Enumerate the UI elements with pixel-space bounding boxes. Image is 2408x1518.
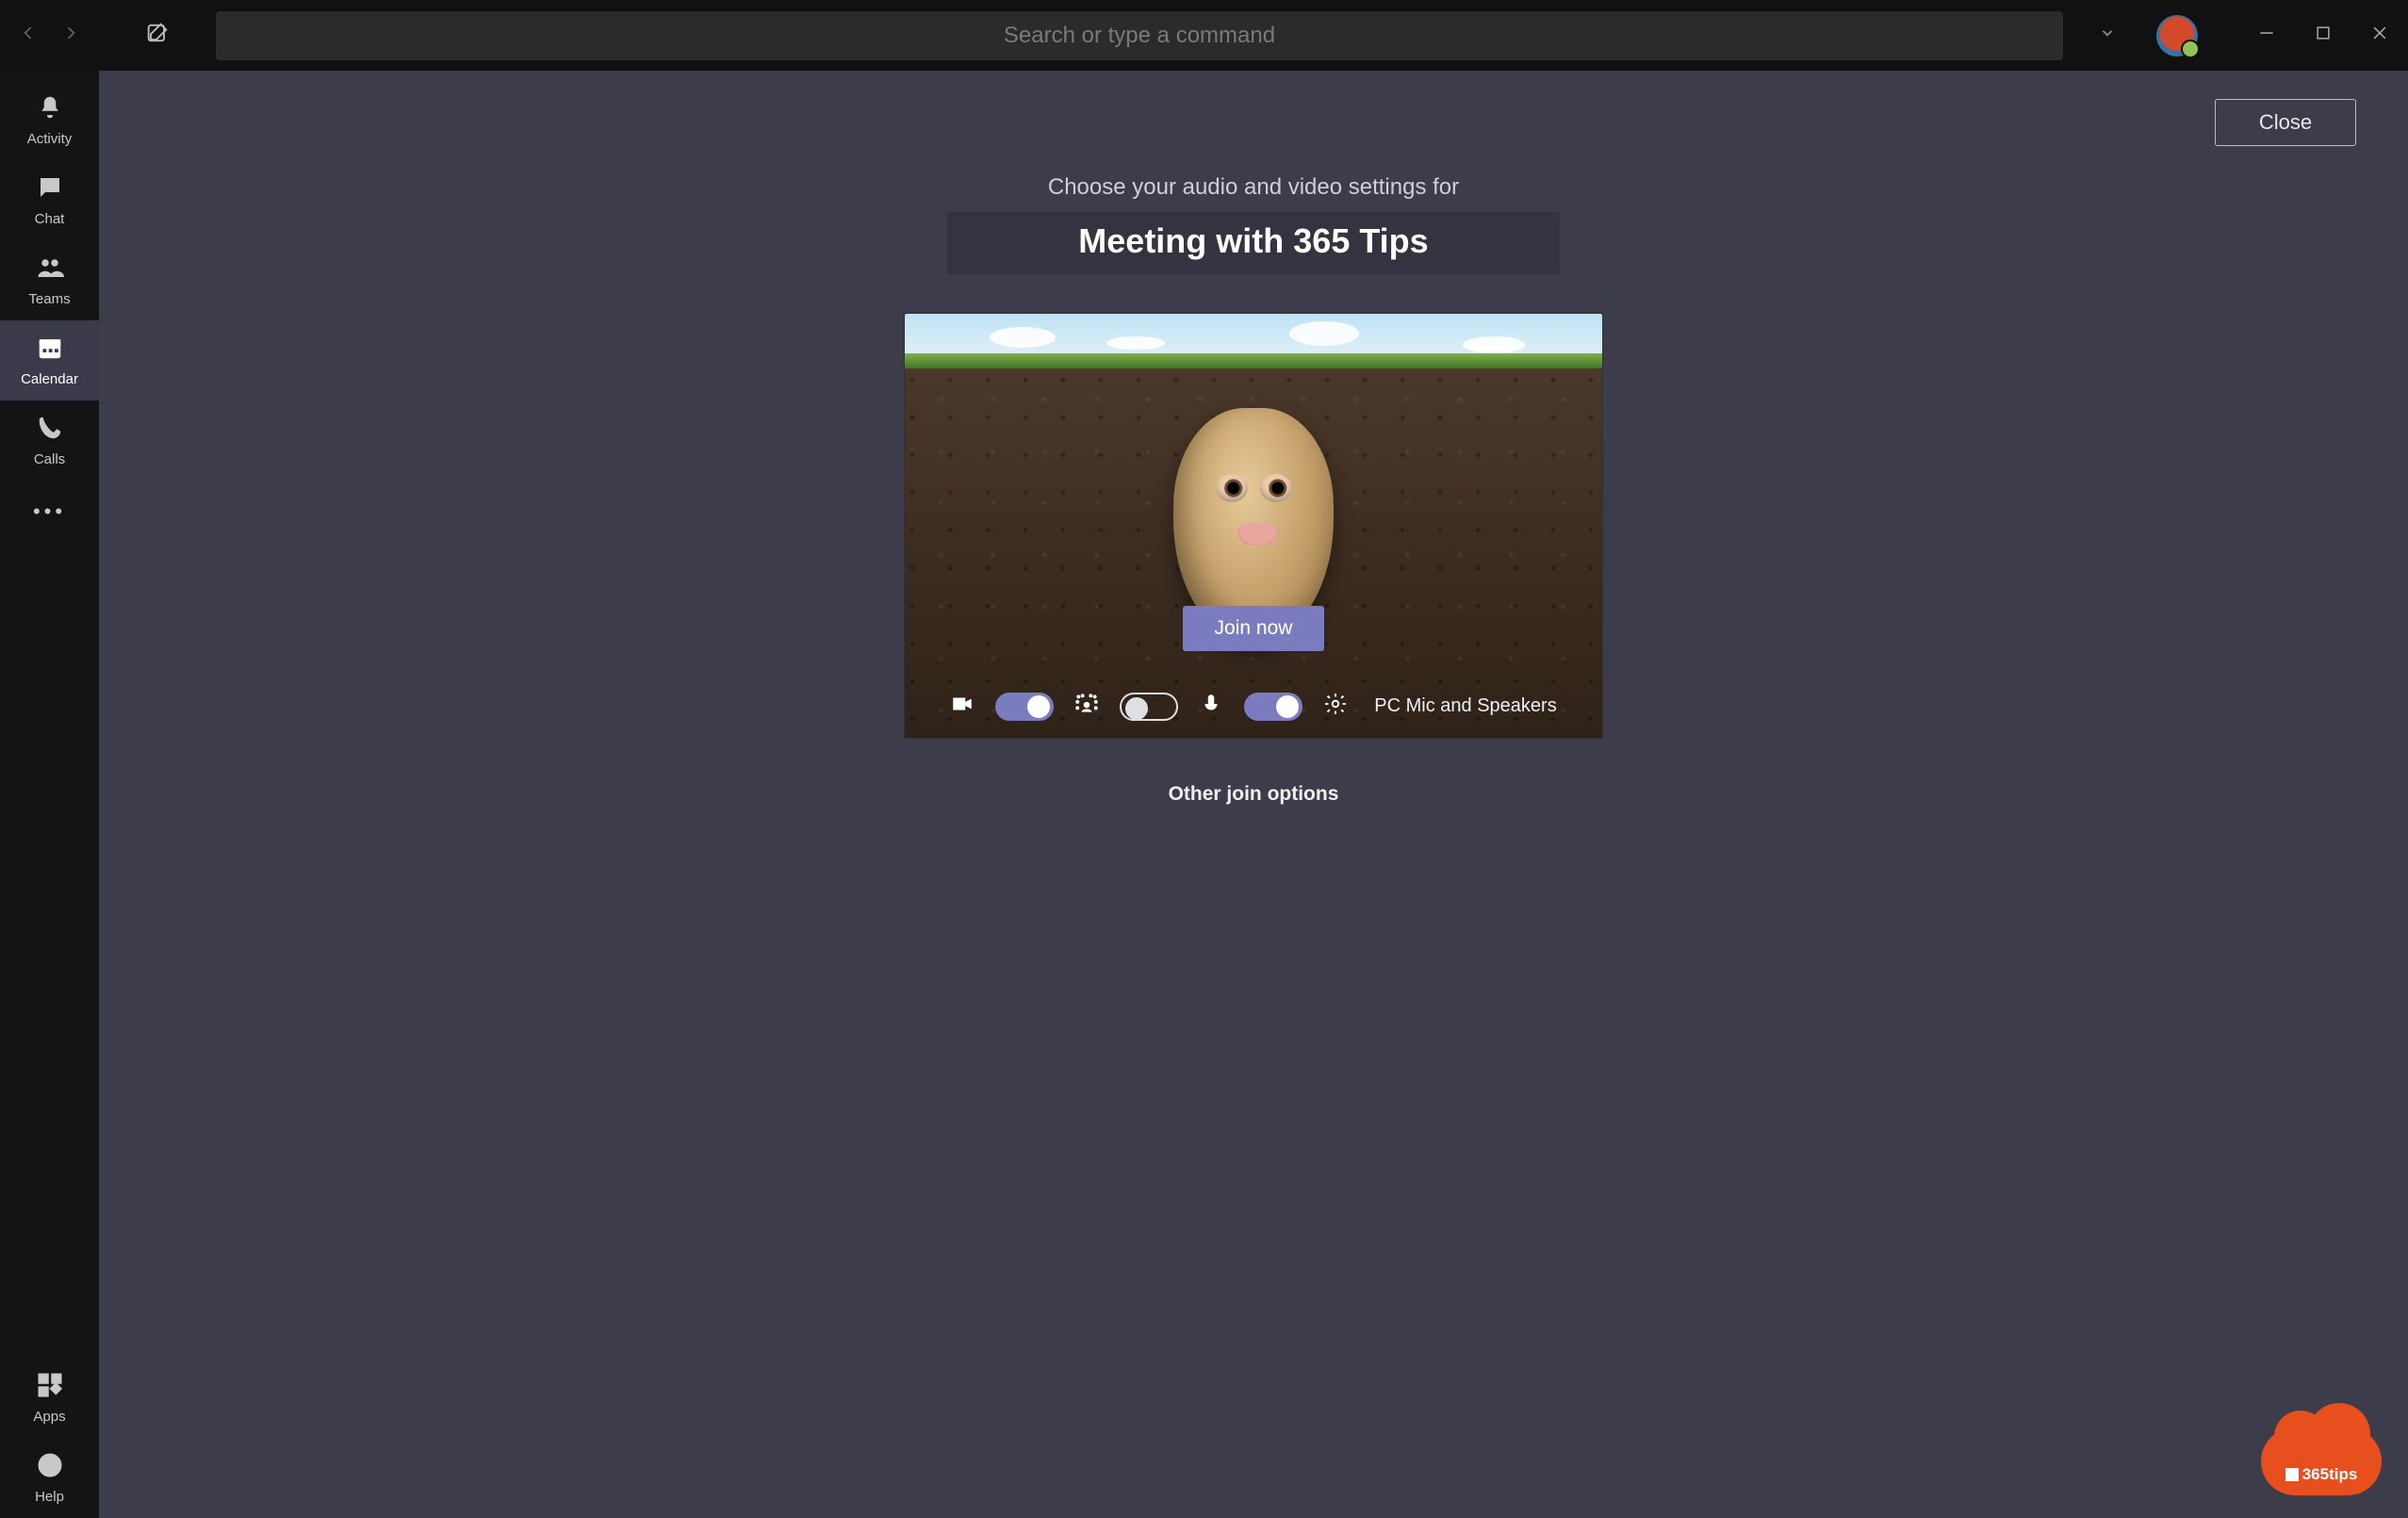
rail-label: Activity — [27, 131, 73, 147]
forward-button[interactable] — [61, 24, 80, 47]
watermark: 365tips — [2261, 1428, 2382, 1495]
rail-label: Help — [35, 1489, 64, 1505]
device-settings-button[interactable] — [1323, 692, 1348, 721]
profile-avatar[interactable] — [2156, 15, 2198, 57]
search-input[interactable]: Search or type a command — [216, 11, 2063, 60]
bell-icon — [36, 93, 64, 125]
rail-activity[interactable]: Activity — [0, 80, 99, 160]
rail-teams[interactable]: Teams — [0, 240, 99, 320]
prejoin-panel: Close Choose your audio and video settin… — [99, 71, 2408, 1518]
titlebar: Search or type a command — [0, 0, 2408, 71]
window-controls — [2257, 24, 2389, 47]
rail-apps[interactable]: Apps — [0, 1358, 99, 1438]
teams-icon — [36, 253, 64, 286]
maximize-button[interactable] — [2314, 24, 2333, 47]
calendar-icon — [36, 334, 64, 366]
watermark-text: 365tips — [2261, 1465, 2382, 1484]
apps-icon — [36, 1371, 64, 1403]
potato-eye-right — [1260, 474, 1292, 502]
rail-label: Chat — [35, 211, 65, 227]
phone-icon — [36, 414, 64, 446]
rail-label: Apps — [33, 1409, 65, 1425]
rail-label: Calendar — [21, 371, 78, 387]
rail-label: Calls — [34, 451, 65, 467]
other-join-options: Other join options — [1169, 783, 1339, 806]
background-blur-icon — [1074, 692, 1099, 721]
cloud-icon — [2261, 1428, 2382, 1495]
help-icon — [36, 1451, 64, 1483]
camera-icon — [950, 692, 975, 721]
blur-toggle[interactable] — [1120, 693, 1178, 721]
rail-label: Teams — [28, 291, 70, 307]
search-dropdown[interactable] — [2099, 24, 2116, 46]
app-rail: Activity Chat Teams Calendar Calls ••• A… — [0, 71, 99, 1518]
close-window-button[interactable] — [2370, 24, 2389, 47]
rail-calendar[interactable]: Calendar — [0, 320, 99, 400]
video-preview: Join now — [905, 314, 1602, 738]
potato-eye-left — [1216, 474, 1248, 502]
mic-toggle[interactable] — [1244, 693, 1302, 721]
nav-arrows — [19, 24, 80, 47]
prejoin-subtitle: Choose your audio and video settings for — [1048, 174, 1459, 201]
rail-help[interactable]: Help — [0, 1438, 99, 1518]
prejoin-controls: PC Mic and Speakers — [905, 692, 1602, 721]
minimize-button[interactable] — [2257, 24, 2276, 47]
microphone-icon — [1199, 692, 1223, 721]
compose-button[interactable] — [144, 20, 171, 51]
chat-icon — [36, 173, 64, 205]
camera-toggle[interactable] — [995, 693, 1054, 721]
rail-more[interactable]: ••• — [33, 481, 66, 543]
rail-calls[interactable]: Calls — [0, 400, 99, 481]
close-button[interactable]: Close — [2215, 99, 2356, 146]
meeting-title: Meeting with 365 Tips — [947, 212, 1560, 274]
potato-mouth — [1237, 523, 1279, 546]
back-button[interactable] — [19, 24, 38, 47]
rail-chat[interactable]: Chat — [0, 160, 99, 240]
device-label[interactable]: PC Mic and Speakers — [1374, 695, 1556, 717]
join-now-button[interactable]: Join now — [1183, 606, 1324, 651]
